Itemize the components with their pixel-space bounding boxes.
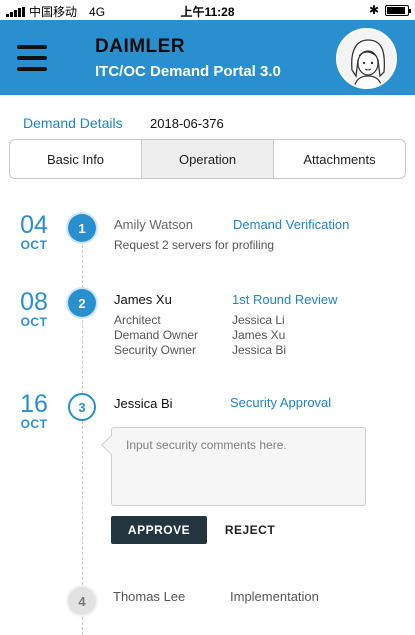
step-1-badge: 1 — [68, 214, 96, 242]
portal-title: ITC/OC Demand Portal 3.0 — [95, 63, 281, 80]
step-2-person: James Xu — [114, 292, 172, 307]
step-4-stage: Implementation — [230, 589, 319, 604]
step-1-person: Amily Watson — [114, 217, 193, 232]
tab-operation[interactable]: Operation — [141, 140, 273, 178]
battery-icon — [385, 4, 411, 16]
demand-id: 2018-06-376 — [150, 116, 224, 131]
step-3-stage[interactable]: Security Approval — [230, 395, 331, 410]
step-3-person: Jessica Bi — [114, 396, 173, 411]
step-1-date: 04 OCT — [14, 212, 54, 252]
step-3-badge: 3 — [68, 393, 96, 421]
step-4-person: Thomas Lee — [113, 589, 186, 604]
assignee-security-owner: Jessica Bi — [232, 343, 287, 357]
role-demand-owner: Demand Owner — [114, 328, 199, 342]
step-3-month: OCT — [20, 417, 48, 431]
assignee-demand-owner: James Xu — [232, 328, 286, 342]
reject-button[interactable]: REJECT — [218, 516, 282, 544]
brand-title: DAIMLER — [95, 36, 186, 57]
step-3-day: 16 — [20, 390, 48, 418]
step-2-roles: Architect Demand Owner Security Owner — [114, 313, 198, 358]
status-time: 上午11:28 — [180, 5, 235, 19]
status-right: ✱ — [368, 3, 411, 17]
tab-bar: Basic Info Operation Attachments — [9, 139, 406, 179]
avatar-illustration — [338, 30, 395, 87]
approve-button[interactable]: APPROVE — [111, 516, 207, 544]
step-2-date: 08 OCT — [14, 289, 54, 329]
step-2-assignees: Jessica Li James Xu Jessica Bi — [232, 313, 286, 358]
app-header: DAIMLER ITC/OC Demand Portal 3.0 — [0, 20, 415, 95]
step-2-month: OCT — [20, 315, 48, 329]
step-2-badge: 2 — [68, 289, 96, 317]
assignee-architect: Jessica Li — [232, 313, 285, 327]
role-architect: Architect — [114, 313, 161, 327]
tab-attachments[interactable]: Attachments — [273, 140, 405, 178]
security-comment-input[interactable] — [111, 427, 366, 506]
hamburger-menu-icon[interactable] — [17, 45, 47, 71]
step-1-month: OCT — [20, 238, 48, 252]
step-1-day: 04 — [20, 211, 48, 239]
bluetooth-icon: ✱ — [368, 3, 379, 17]
step-2-stage[interactable]: 1st Round Review — [232, 292, 338, 307]
step-1-stage[interactable]: Demand Verification — [233, 217, 349, 232]
step-3-date: 16 OCT — [14, 391, 54, 431]
step-4-badge: 4 — [68, 587, 96, 615]
step-2-day: 08 — [20, 288, 48, 316]
step-1-description: Request 2 servers for profiling — [114, 238, 275, 252]
demand-details-label: Demand Details — [23, 115, 123, 131]
user-avatar[interactable] — [336, 28, 397, 89]
tab-basic-info[interactable]: Basic Info — [10, 140, 141, 178]
role-security-owner: Security Owner — [114, 343, 197, 357]
status-bar: 中国移动 4G 上午11:28 ✱ — [0, 0, 415, 20]
